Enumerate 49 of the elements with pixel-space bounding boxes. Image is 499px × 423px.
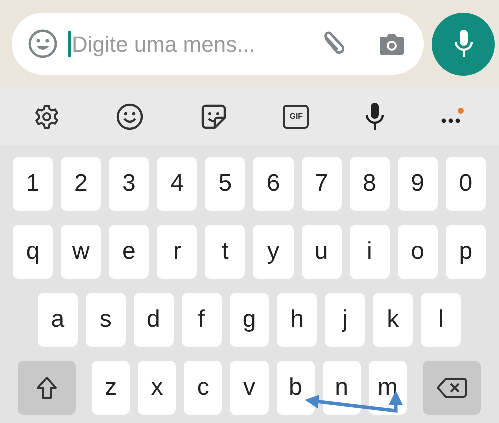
key[interactable]: h <box>277 293 318 347</box>
key[interactable]: w <box>61 225 102 279</box>
sticker-icon[interactable] <box>200 102 228 130</box>
key[interactable]: p <box>446 225 486 279</box>
backspace-icon <box>436 377 467 399</box>
key[interactable]: c <box>184 361 222 415</box>
key[interactable]: n <box>322 361 361 415</box>
microphone-icon <box>454 29 474 59</box>
shift-key[interactable] <box>18 361 76 415</box>
key[interactable]: e <box>109 225 150 279</box>
key[interactable]: 2 <box>61 157 102 211</box>
key[interactable]: l <box>421 293 462 347</box>
emoji-icon[interactable] <box>116 102 144 130</box>
shift-icon <box>36 376 58 400</box>
key[interactable]: m <box>368 361 407 415</box>
key[interactable]: o <box>398 225 438 279</box>
key[interactable]: 9 <box>398 157 438 211</box>
message-field[interactable]: Digite uma mens... <box>12 13 424 75</box>
key[interactable]: y <box>253 225 294 279</box>
key[interactable]: u <box>302 225 342 279</box>
key[interactable]: 0 <box>446 157 486 211</box>
key[interactable]: z <box>92 361 130 415</box>
message-input[interactable]: Digite uma mens... <box>72 28 320 60</box>
key[interactable]: r <box>157 225 198 279</box>
key[interactable]: f <box>182 293 222 347</box>
key[interactable]: 1 <box>13 157 54 211</box>
key[interactable]: j <box>325 293 366 347</box>
key[interactable]: 4 <box>157 157 198 211</box>
key[interactable]: k <box>373 293 414 347</box>
key[interactable]: 6 <box>253 157 294 211</box>
settings-icon[interactable] <box>34 104 60 130</box>
key[interactable]: x <box>138 361 176 415</box>
key[interactable]: g <box>230 293 270 347</box>
key[interactable]: b <box>276 361 315 415</box>
key[interactable]: d <box>134 293 174 347</box>
key[interactable]: q <box>13 225 54 279</box>
microphone-icon[interactable] <box>365 102 386 132</box>
backspace-key[interactable] <box>422 361 481 415</box>
key[interactable]: s <box>86 293 126 347</box>
gif-button[interactable]: GIF <box>283 104 310 128</box>
key[interactable]: i <box>350 225 390 279</box>
key[interactable]: v <box>230 361 269 415</box>
key[interactable]: a <box>38 293 78 347</box>
key[interactable]: 3 <box>109 157 150 211</box>
key[interactable]: 5 <box>205 157 246 211</box>
key[interactable]: 7 <box>302 157 342 211</box>
camera-icon[interactable] <box>378 32 406 56</box>
key[interactable]: 8 <box>350 157 390 211</box>
key[interactable]: t <box>205 225 246 279</box>
